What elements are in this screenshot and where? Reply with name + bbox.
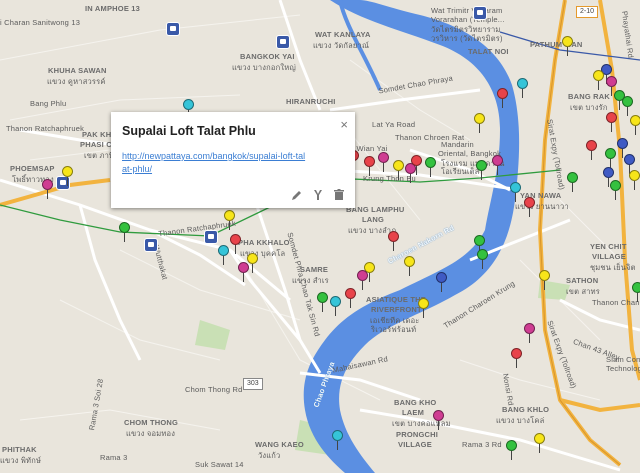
delete-icon[interactable] — [333, 188, 345, 200]
map-marker-pin[interactable] — [567, 172, 578, 192]
map-marker-pin[interactable] — [605, 148, 616, 168]
map-marker-pin[interactable] — [332, 430, 343, 450]
map-marker-pin[interactable] — [378, 152, 389, 172]
map-marker-pin[interactable] — [632, 282, 640, 302]
info-window: Supalai Loft Talat Phlu × http://newpatt… — [111, 112, 355, 208]
info-window-title: Supalai Loft Talat Phlu — [122, 124, 256, 138]
road-shield: 303 — [243, 378, 263, 390]
map-marker-pin[interactable] — [606, 76, 617, 96]
map-marker-pin[interactable] — [357, 270, 368, 290]
map-marker-pin[interactable] — [388, 231, 399, 251]
map-marker-pin[interactable] — [606, 112, 617, 132]
map-marker-pin[interactable] — [539, 270, 550, 290]
map-marker-pin[interactable] — [610, 180, 621, 200]
map-marker-pin[interactable] — [119, 222, 130, 242]
map-marker-pin[interactable] — [476, 160, 487, 180]
road-shield: 2-10 — [576, 6, 599, 18]
train-icon[interactable] — [204, 230, 218, 244]
map-marker-pin[interactable] — [238, 262, 249, 282]
map-marker-pin[interactable] — [393, 160, 404, 180]
map-marker-pin[interactable] — [497, 88, 508, 108]
map-marker-pin[interactable] — [364, 156, 375, 176]
map-marker-pin[interactable] — [425, 157, 436, 177]
map-marker-pin[interactable] — [345, 288, 356, 308]
map-marker-pin[interactable] — [477, 249, 488, 269]
map-marker-pin[interactable] — [624, 154, 635, 174]
close-icon[interactable]: × — [340, 117, 348, 132]
map-marker-pin[interactable] — [436, 272, 447, 292]
map-marker-pin[interactable] — [617, 138, 628, 158]
map-marker-pin[interactable] — [330, 296, 341, 316]
map-marker-pin[interactable] — [183, 99, 194, 119]
map-marker-pin[interactable] — [224, 210, 235, 230]
map-canvas[interactable] — [0, 0, 640, 473]
map-marker-pin[interactable] — [511, 348, 522, 368]
map-marker-pin[interactable] — [593, 70, 604, 90]
train-icon[interactable] — [166, 22, 180, 36]
map-marker-pin[interactable] — [603, 167, 614, 187]
map-marker-pin[interactable] — [404, 256, 415, 276]
edit-icon[interactable] — [291, 188, 303, 200]
map-marker-pin[interactable] — [230, 234, 241, 254]
map-marker-pin[interactable] — [517, 78, 528, 98]
map-marker-pin[interactable] — [524, 323, 535, 343]
map-marker-pin[interactable] — [474, 113, 485, 133]
map-marker-pin[interactable] — [247, 253, 258, 273]
map-marker-pin[interactable] — [433, 410, 444, 430]
map-marker-pin[interactable] — [586, 140, 597, 160]
map-marker-pin[interactable] — [630, 115, 640, 135]
map-marker-pin[interactable] — [506, 440, 517, 460]
map-marker-pin[interactable] — [474, 235, 485, 255]
map-marker-pin[interactable] — [622, 96, 633, 116]
map-marker-pin[interactable] — [534, 433, 545, 453]
map-marker-pin[interactable] — [42, 179, 53, 199]
train-icon[interactable] — [473, 6, 487, 20]
map-marker-pin[interactable] — [411, 155, 422, 175]
map-marker-pin[interactable] — [492, 155, 503, 175]
train-icon[interactable] — [144, 238, 158, 252]
map-marker-pin[interactable] — [510, 182, 521, 202]
map-marker-pin[interactable] — [218, 245, 229, 265]
map-marker-pin[interactable] — [62, 166, 73, 186]
map-marker-pin[interactable] — [562, 36, 573, 56]
map-marker-pin[interactable] — [418, 298, 429, 318]
style-icon[interactable] — [312, 188, 324, 200]
map-marker-pin[interactable] — [524, 197, 535, 217]
train-icon[interactable] — [276, 35, 290, 49]
map-marker-pin[interactable] — [629, 170, 640, 190]
info-window-link[interactable]: http://newpattaya.com/bangkok/supalai-lo… — [122, 150, 310, 176]
map-marker-pin[interactable] — [317, 292, 328, 312]
